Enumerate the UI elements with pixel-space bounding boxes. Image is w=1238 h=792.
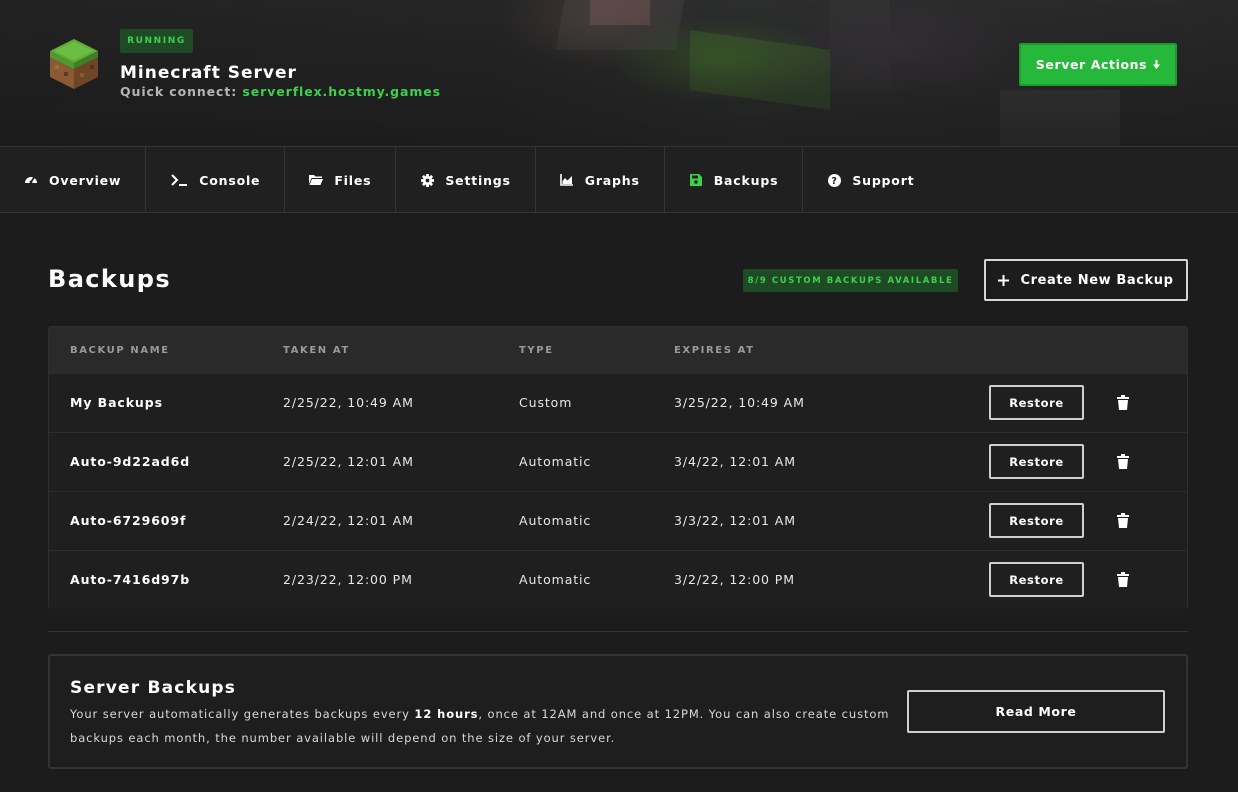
page-title: Backups xyxy=(48,265,172,293)
tab-graphs[interactable]: Graphs xyxy=(536,147,665,213)
backup-name: My Backups xyxy=(70,395,163,410)
server-header: RUNNING Minecraft Server Quick connect: … xyxy=(0,0,1238,147)
restore-button[interactable]: Restore xyxy=(989,385,1084,420)
trash-icon[interactable] xyxy=(1117,513,1129,528)
table-header: BACKUP NAME TAKEN AT TYPE EXPIRES AT xyxy=(49,327,1187,373)
create-new-backup-label: Create New Backup xyxy=(1020,272,1174,288)
tab-label: Console xyxy=(199,172,261,188)
backup-taken-at: 2/23/22, 12:00 PM xyxy=(283,572,413,587)
server-actions-label: Server Actions xyxy=(1035,57,1148,72)
folder-icon xyxy=(309,173,324,187)
backup-type: Automatic xyxy=(519,454,592,469)
info-text-bold: 12 hours xyxy=(414,707,479,721)
restore-button[interactable]: Restore xyxy=(989,562,1084,597)
tab-overview[interactable]: Overview xyxy=(0,147,147,213)
backup-taken-at: 2/24/22, 12:01 AM xyxy=(283,513,414,528)
tab-support[interactable]: ? Support xyxy=(803,147,938,213)
server-backups-info: Server Backups Your server automatically… xyxy=(48,654,1188,769)
tab-console[interactable]: Console xyxy=(146,147,286,213)
backup-expires-at: 3/4/22, 12:01 AM xyxy=(674,454,796,469)
read-more-button[interactable]: Read More xyxy=(907,690,1165,733)
table-row: Auto-9d22ad6d 2/25/22, 12:01 AM Automati… xyxy=(49,432,1187,491)
backup-name: Auto-7416d97b xyxy=(70,572,191,587)
tab-label: Support xyxy=(852,172,915,188)
create-new-backup-button[interactable]: Create New Backup xyxy=(984,259,1188,301)
dashboard-icon xyxy=(24,173,38,187)
help-icon: ? xyxy=(827,173,841,187)
tab-label: Settings xyxy=(445,172,511,188)
column-header-expires-at: EXPIRES AT xyxy=(674,345,755,356)
restore-button[interactable]: Restore xyxy=(989,503,1084,538)
server-nav-tabs: Overview Console Files Settings Graphs B… xyxy=(0,147,1238,213)
tab-label: Graphs xyxy=(584,172,640,188)
custom-backups-available-badge: 8/9 CUSTOM BACKUPS AVAILABLE xyxy=(743,269,958,292)
tab-label: Files xyxy=(334,172,372,188)
backup-expires-at: 3/25/22, 10:49 AM xyxy=(674,395,805,410)
section-divider xyxy=(48,631,1188,632)
column-header-backup-name: BACKUP NAME xyxy=(70,345,170,356)
info-title: Server Backups xyxy=(70,678,237,698)
table-row: My Backups 2/25/22, 10:49 AM Custom 3/25… xyxy=(49,373,1187,432)
backup-type: Custom xyxy=(519,395,573,410)
backup-type: Automatic xyxy=(519,572,592,587)
tab-label: Overview xyxy=(49,172,122,188)
backups-table: BACKUP NAME TAKEN AT TYPE EXPIRES AT My … xyxy=(48,326,1188,609)
info-description: Your server automatically generates back… xyxy=(70,702,900,750)
backup-name: Auto-6729609f xyxy=(70,513,187,528)
tab-files[interactable]: Files xyxy=(285,147,397,213)
trash-icon[interactable] xyxy=(1117,395,1129,410)
backup-taken-at: 2/25/22, 12:01 AM xyxy=(283,454,414,469)
backup-type: Automatic xyxy=(519,513,592,528)
trash-icon[interactable] xyxy=(1117,454,1129,469)
terminal-icon xyxy=(170,173,188,187)
info-text-before: Your server automatically generates back… xyxy=(70,707,415,721)
server-actions-button[interactable]: Server Actions xyxy=(1019,43,1177,86)
chart-icon xyxy=(560,173,574,187)
tab-settings[interactable]: Settings xyxy=(396,147,536,213)
server-status-badge: RUNNING xyxy=(120,29,193,53)
table-row: Auto-7416d97b 2/23/22, 12:00 PM Automati… xyxy=(49,550,1187,609)
arrow-down-icon xyxy=(1153,60,1161,69)
column-header-taken-at: TAKEN AT xyxy=(283,345,350,356)
plus-icon xyxy=(998,274,1010,286)
trash-icon[interactable] xyxy=(1117,572,1129,587)
tab-backups[interactable]: Backups xyxy=(665,147,804,213)
table-row: Auto-6729609f 2/24/22, 12:01 AM Automati… xyxy=(49,491,1187,550)
tab-label: Backups xyxy=(713,172,779,188)
save-icon xyxy=(689,173,703,187)
quick-connect-host[interactable]: serverflex.hostmy.games xyxy=(242,84,441,99)
backup-expires-at: 3/3/22, 12:01 AM xyxy=(674,513,796,528)
quick-connect: Quick connect: serverflex.hostmy.games xyxy=(120,84,441,99)
minecraft-grass-block-icon xyxy=(50,39,98,89)
gear-icon xyxy=(420,173,434,187)
column-header-type: TYPE xyxy=(519,345,554,356)
svg-text:?: ? xyxy=(831,176,837,187)
restore-button[interactable]: Restore xyxy=(989,444,1084,479)
backup-taken-at: 2/25/22, 10:49 AM xyxy=(283,395,414,410)
backup-expires-at: 3/2/22, 12:00 PM xyxy=(674,572,795,587)
quick-connect-label: Quick connect: xyxy=(120,84,238,99)
backup-name: Auto-9d22ad6d xyxy=(70,454,191,469)
server-name: Minecraft Server xyxy=(120,63,297,83)
